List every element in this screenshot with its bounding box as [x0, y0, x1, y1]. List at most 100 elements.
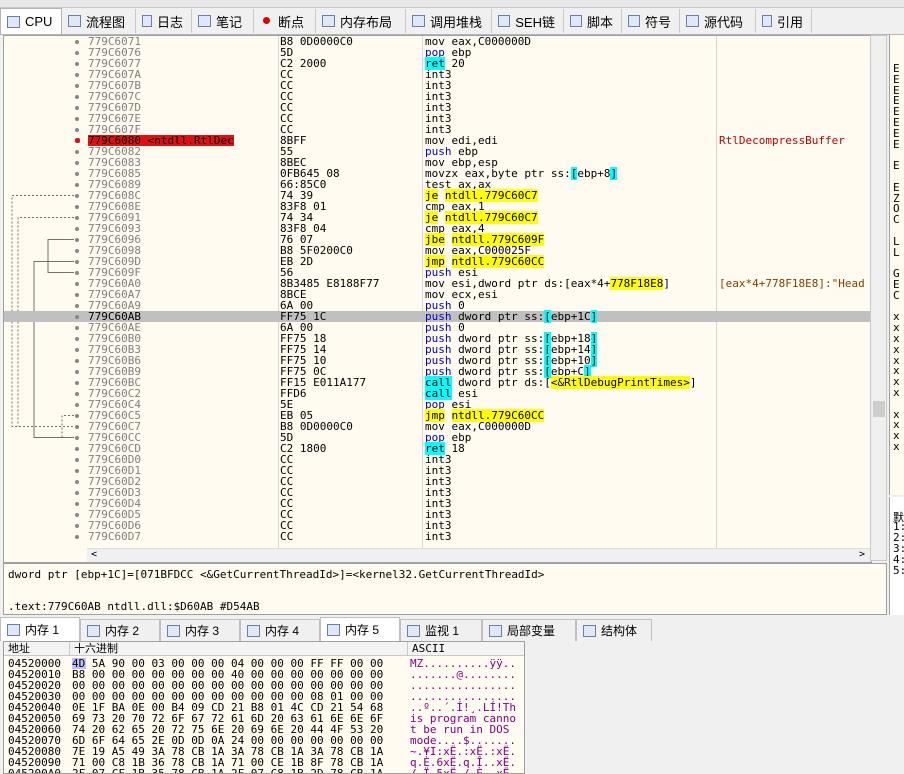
tab-label: 脚本	[586, 14, 613, 30]
tab-references[interactable]: 引用	[756, 9, 812, 33]
tab-flowchart[interactable]: 流程图	[62, 9, 136, 33]
line-dot-icon[interactable]	[75, 535, 79, 539]
dump-tab-label: 局部变量	[507, 624, 556, 638]
line-dot-icon[interactable]	[75, 370, 79, 374]
line-dot-icon[interactable]	[75, 106, 79, 110]
dump-tab-label: 内存 4	[265, 624, 300, 638]
dump-tab[interactable]: 内存 2	[80, 619, 160, 641]
line-dot-icon[interactable]	[75, 315, 79, 319]
dump-header-address[interactable]: 地址	[4, 642, 70, 656]
line-dot-icon[interactable]	[75, 469, 79, 473]
line-dot-icon[interactable]	[75, 403, 79, 407]
register-label[interactable]: x	[893, 440, 900, 453]
line-dot-icon[interactable]	[75, 381, 79, 385]
line-dot-icon[interactable]	[75, 491, 79, 495]
breakpoint-dot-icon[interactable]	[75, 138, 80, 143]
line-dot-icon[interactable]	[75, 227, 79, 231]
scrollbar-thumb[interactable]	[873, 401, 885, 417]
register-label[interactable]: C	[893, 213, 900, 226]
line-dot-icon[interactable]	[75, 425, 79, 429]
dump-tab[interactable]: 内存 4	[240, 619, 320, 641]
dump-ascii[interactable]: /.Ï.5xË./.È.-xË.	[410, 768, 516, 773]
line-dot-icon[interactable]	[75, 117, 79, 121]
tab-log[interactable]: 日志	[136, 9, 192, 33]
line-dot-icon[interactable]	[75, 502, 79, 506]
register-label[interactable]: E	[893, 159, 900, 172]
registers-panel[interactable]: EEEEEEEEEEZOCLLGECxxxxxxxxxxxx	[889, 35, 904, 495]
disassembly-view[interactable]: 779C6071 B8 0D0000C0 mov eax,C000000D 779C6…	[3, 35, 872, 563]
line-dot-icon[interactable]	[75, 480, 79, 484]
line-dot-icon[interactable]	[75, 271, 79, 275]
line-dot-icon[interactable]	[75, 436, 79, 440]
line-dot-icon[interactable]	[75, 238, 79, 242]
line-dot-icon[interactable]	[75, 348, 79, 352]
line-dot-icon[interactable]	[75, 326, 79, 330]
dump-header-hex[interactable]: 十六进制	[70, 642, 408, 656]
dump-tab[interactable]: 内存 1	[0, 617, 80, 641]
dump-tab[interactable]: 内存 3	[160, 619, 240, 641]
instruction-text[interactable]: int3	[425, 531, 452, 542]
line-dot-icon[interactable]	[75, 95, 79, 99]
tab-memory-map[interactable]: 内存布局	[316, 9, 406, 33]
dump-tab-label: 内存 3	[185, 624, 220, 638]
line-dot-icon[interactable]	[75, 513, 79, 517]
scroll-right-icon[interactable]: >	[859, 549, 865, 560]
line-dot-icon[interactable]	[75, 150, 79, 154]
line-dot-icon[interactable]	[75, 128, 79, 132]
scroll-left-icon[interactable]: <	[91, 549, 97, 560]
instruction-address[interactable]: 779C60D7	[88, 531, 141, 542]
dump-header-ascii[interactable]: ASCII	[408, 642, 524, 656]
line-dot-icon[interactable]	[75, 84, 79, 88]
line-dot-icon[interactable]	[75, 337, 79, 341]
register-label[interactable]: E	[893, 138, 900, 151]
line-dot-icon[interactable]	[75, 205, 79, 209]
tab-cpu[interactable]: CPU	[0, 8, 62, 34]
tab-notes[interactable]: 笔记	[192, 9, 254, 33]
line-dot-icon[interactable]	[75, 458, 79, 462]
horizontal-scrollbar[interactable]: < >	[87, 548, 871, 562]
register-label[interactable]: C	[893, 289, 900, 302]
call-stack-panel[interactable]: 默1:2:3:4:5:	[889, 497, 904, 615]
dump-tab[interactable]: 局部变量	[482, 619, 576, 641]
line-dot-icon[interactable]	[75, 282, 79, 286]
line-dot-icon[interactable]	[75, 359, 79, 363]
register-label[interactable]: x	[893, 386, 900, 399]
dump-tab[interactable]: 内存 5	[320, 617, 400, 641]
tab-breakpoint[interactable]: 断点	[254, 9, 316, 33]
line-dot-icon[interactable]	[75, 194, 79, 198]
line-dot-icon[interactable]	[75, 392, 79, 396]
dump-hex-bytes[interactable]: 2F 07 CF 1B 35 78 CB 1A 2F 07 C8 1B 2D 7…	[72, 768, 383, 773]
dump-tab[interactable]: 结构体	[576, 619, 652, 641]
tab-seh[interactable]: SEH链	[492, 9, 564, 33]
tab-label: 断点	[278, 14, 305, 30]
line-dot-icon[interactable]	[75, 249, 79, 253]
script-icon	[570, 15, 582, 27]
line-dot-icon[interactable]	[75, 293, 79, 297]
line-dot-icon[interactable]	[75, 73, 79, 77]
tab-symbols[interactable]: 符号	[622, 9, 680, 33]
tab-label: 引用	[776, 14, 803, 30]
line-dot-icon[interactable]	[75, 524, 79, 528]
stack-entry[interactable]: 5:	[893, 564, 904, 577]
line-dot-icon[interactable]	[75, 40, 79, 44]
tab-source[interactable]: 源代码	[680, 9, 756, 33]
disasm-row[interactable]: 779C60D7 CC int3	[4, 531, 871, 542]
line-dot-icon[interactable]	[75, 304, 79, 308]
tab-callstack[interactable]: 调用堆栈	[406, 9, 492, 33]
line-dot-icon[interactable]	[75, 172, 79, 176]
line-dot-icon[interactable]	[75, 216, 79, 220]
vertical-scrollbar[interactable]	[870, 35, 887, 561]
line-dot-icon[interactable]	[75, 62, 79, 66]
line-dot-icon[interactable]	[75, 260, 79, 264]
memory-dump-view[interactable]: 地址 十六进制 ASCII 04520000 4D 5A 90 00 03 00 …	[3, 641, 525, 774]
line-dot-icon[interactable]	[75, 51, 79, 55]
line-dot-icon[interactable]	[75, 161, 79, 165]
tab-label: 笔记	[216, 14, 243, 30]
line-dot-icon[interactable]	[75, 183, 79, 187]
register-label[interactable]: L	[893, 246, 900, 259]
dump-tab[interactable]: 监视 1	[400, 619, 482, 641]
dump-address[interactable]: 045200A0	[8, 768, 61, 773]
line-dot-icon[interactable]	[75, 414, 79, 418]
tab-script[interactable]: 脚本	[564, 9, 622, 33]
line-dot-icon[interactable]	[75, 447, 79, 451]
